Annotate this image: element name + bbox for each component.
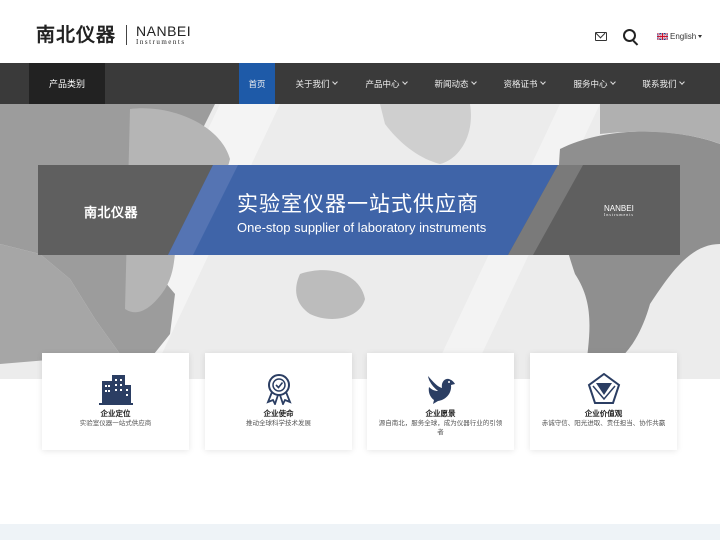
nav-item-label: 资格证书 — [503, 79, 538, 90]
nav-item-label: 首页 — [248, 79, 266, 90]
card-description: 实验室仪器一站式供应商 — [79, 419, 152, 427]
nav-item-label: 服务中心 — [573, 79, 608, 90]
card-description: 推动全球科学技术发展 — [246, 419, 311, 427]
card-values[interactable]: 企业价值观 赤诚守信、阳光进取、责任担当、协作共赢 — [530, 353, 677, 450]
banner-logo-sub: Instruments — [604, 212, 634, 217]
site-logo[interactable]: 南北仪器 NANBEI Instruments — [36, 24, 191, 46]
card-description: 源自南北，服务全球，成为仪器行业的引领者 — [378, 419, 503, 436]
logo-english: NANBEI Instruments — [136, 24, 191, 46]
dove-icon — [428, 376, 455, 404]
mail-icon[interactable] — [595, 32, 607, 41]
uk-flag-icon — [657, 33, 668, 40]
nav-item-home[interactable]: 首页 — [239, 63, 275, 104]
next-section-edge — [0, 524, 720, 540]
card-title: 企业定位 — [100, 409, 131, 418]
card-title: 企业使命 — [263, 409, 294, 418]
site-header: 南北仪器 NANBEI Instruments English — [0, 0, 720, 63]
card-description: 赤诚守信、阳光进取、责任担当、协作共赢 — [541, 419, 666, 427]
caret-down-icon — [698, 35, 703, 38]
card-mission[interactable]: 企业使命 推动全球科学技术发展 — [205, 353, 352, 450]
chevron-down-icon — [331, 79, 338, 85]
nav-item-news[interactable]: 新闻动态 — [426, 63, 484, 104]
card-title: 企业愿景 — [425, 409, 456, 418]
nav-item-service[interactable]: 服务中心 — [565, 63, 623, 104]
card-vision[interactable]: 企业愿景 源自南北，服务全球，成为仪器行业的引领者 — [367, 353, 514, 450]
chevron-down-icon — [609, 79, 616, 85]
diamond-icon — [587, 373, 621, 404]
banner-title: 实验室仪器一站式供应商 — [237, 192, 479, 216]
logo-english-name: NANBEI — [136, 23, 192, 39]
logo-chinese: 南北仪器 — [36, 24, 117, 46]
chevron-down-icon — [539, 79, 546, 85]
nav-item-certificates[interactable]: 资格证书 — [495, 63, 553, 104]
nav-item-label: 联系我们 — [642, 79, 677, 90]
award-ribbon-icon — [266, 374, 292, 405]
chevron-down-icon — [401, 79, 408, 85]
nav-item-about[interactable]: 关于我们 — [287, 63, 345, 104]
language-selector[interactable]: English — [657, 32, 703, 41]
nav-item-products[interactable]: 产品中心 — [357, 63, 415, 104]
building-icon — [99, 375, 133, 405]
language-label: English — [670, 32, 697, 41]
logo-divider — [126, 25, 128, 45]
chevron-down-icon — [678, 79, 685, 85]
chevron-down-icon — [470, 79, 477, 85]
banner-subtitle: One-stop supplier of laboratory instrume… — [237, 220, 487, 235]
nav-item-contact[interactable]: 联系我们 — [634, 63, 692, 104]
main-nav: 产品类别 首页 关于我们 产品中心 新闻动态 资格证书 服务中心 联系我们 — [0, 63, 720, 104]
banner-logo-chinese: 南北仪器 — [84, 206, 139, 221]
nav-item-label: 新闻动态 — [434, 79, 469, 90]
card-title: 企业价值观 — [584, 409, 623, 418]
hero-banner[interactable]: 南北仪器 实验室仪器一站式供应商 One-stop supplier of la… — [38, 165, 680, 255]
logo-english-sub: Instruments — [136, 38, 186, 46]
hero-section: 南北仪器 实验室仪器一站式供应商 One-stop supplier of la… — [0, 104, 720, 379]
nav-item-label: 产品中心 — [365, 79, 400, 90]
search-icon[interactable] — [623, 29, 636, 42]
nav-item-label: 关于我们 — [295, 79, 330, 90]
card-positioning[interactable]: 企业定位 实验室仪器一站式供应商 — [42, 353, 189, 450]
banner-logo-english: NANBEI Instruments — [604, 205, 634, 217]
product-category-button[interactable]: 产品类别 — [29, 63, 105, 104]
